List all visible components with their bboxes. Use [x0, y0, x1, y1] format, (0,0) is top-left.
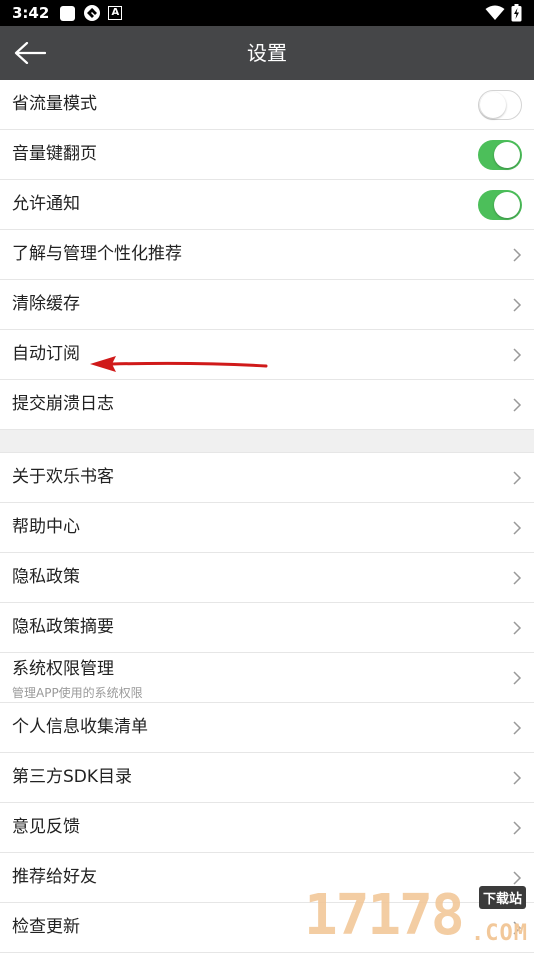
settings-list: 省流量模式 音量键翻页 允许通知 了解与管理个性化推荐 清除缓存 自动订阅 提交…: [0, 80, 534, 953]
chevron-right-icon: [513, 521, 522, 535]
setting-label: 自动订阅: [12, 344, 80, 364]
site-watermark: 17178 下载站 .COM: [304, 882, 530, 950]
chevron-right-icon: [513, 248, 522, 262]
setting-row-third-party-sdk[interactable]: 第三方SDK目录: [0, 753, 534, 803]
chevron-right-icon: [513, 721, 522, 735]
chevron-right-icon: [513, 398, 522, 412]
setting-row-save-data: 省流量模式: [0, 80, 534, 130]
save-data-toggle[interactable]: [478, 90, 522, 120]
chevron-right-icon: [513, 471, 522, 485]
setting-row-personalized-recommendation[interactable]: 了解与管理个性化推荐: [0, 230, 534, 280]
setting-label: 意见反馈: [12, 817, 80, 837]
battery-charging-icon: [511, 4, 522, 22]
setting-row-privacy-summary[interactable]: 隐私政策摘要: [0, 603, 534, 653]
page-title: 设置: [247, 41, 287, 65]
setting-label: 隐私政策摘要: [12, 617, 114, 637]
setting-label: 帮助中心: [12, 517, 80, 537]
arrow-left-icon: [14, 42, 46, 64]
chevron-right-icon: [513, 821, 522, 835]
volume-key-page-toggle[interactable]: [478, 140, 522, 170]
setting-label: 个人信息收集清单: [12, 717, 148, 737]
setting-row-volume-key-page: 音量键翻页: [0, 130, 534, 180]
setting-row-system-permissions[interactable]: 系统权限管理 管理APP使用的系统权限: [0, 653, 534, 703]
chevron-right-icon: [513, 621, 522, 635]
section-divider: [0, 430, 534, 453]
status-bar: 3:42 A: [0, 0, 534, 26]
status-time: 3:42: [12, 4, 50, 22]
setting-label: 允许通知: [12, 194, 80, 214]
setting-label: 检查更新: [12, 917, 80, 937]
setting-row-submit-crash-log[interactable]: 提交崩溃日志: [0, 380, 534, 430]
chevron-right-icon: [513, 571, 522, 585]
setting-label: 提交崩溃日志: [12, 394, 114, 414]
wifi-icon: [485, 5, 505, 20]
setting-row-feedback[interactable]: 意见反馈: [0, 803, 534, 853]
status-icons-left: A: [59, 4, 123, 22]
toggle-knob: [480, 91, 506, 118]
setting-sublabel: 管理APP使用的系统权限: [12, 686, 143, 700]
setting-row-clear-cache[interactable]: 清除缓存: [0, 280, 534, 330]
setting-row-help-center[interactable]: 帮助中心: [0, 503, 534, 553]
sync-icon: [84, 5, 101, 21]
setting-row-privacy-policy[interactable]: 隐私政策: [0, 553, 534, 603]
toggle-knob: [494, 142, 520, 168]
allow-notifications-toggle[interactable]: [478, 190, 522, 220]
watermark-badge: 下载站: [478, 886, 526, 909]
setting-label: 隐私政策: [12, 567, 80, 587]
setting-label: 第三方SDK目录: [12, 767, 133, 787]
setting-label: 省流量模式: [12, 94, 97, 114]
setting-label: 推荐给好友: [12, 867, 97, 887]
square-icon: [60, 5, 76, 21]
chevron-right-icon: [513, 771, 522, 785]
watermark-digits: 17178: [304, 883, 465, 948]
chevron-right-icon: [513, 348, 522, 362]
nav-bar: 设置: [0, 26, 534, 80]
status-icons-right: [485, 4, 522, 22]
red-annotation-arrow: [90, 356, 268, 372]
setting-label: 音量键翻页: [12, 144, 97, 164]
setting-label: 系统权限管理: [12, 659, 114, 679]
setting-row-about[interactable]: 关于欢乐书客: [0, 453, 534, 503]
setting-row-allow-notifications: 允许通知: [0, 180, 534, 230]
back-button[interactable]: [10, 34, 50, 72]
setting-row-personal-info-list[interactable]: 个人信息收集清单: [0, 703, 534, 753]
a-badge-icon: A: [108, 6, 123, 20]
chevron-right-icon: [513, 671, 522, 685]
setting-label: 了解与管理个性化推荐: [12, 244, 182, 264]
setting-label: 清除缓存: [12, 294, 80, 314]
toggle-knob: [494, 192, 520, 218]
setting-label: 关于欢乐书客: [12, 467, 114, 487]
watermark-domain: .COM: [471, 921, 528, 946]
chevron-right-icon: [513, 298, 522, 312]
